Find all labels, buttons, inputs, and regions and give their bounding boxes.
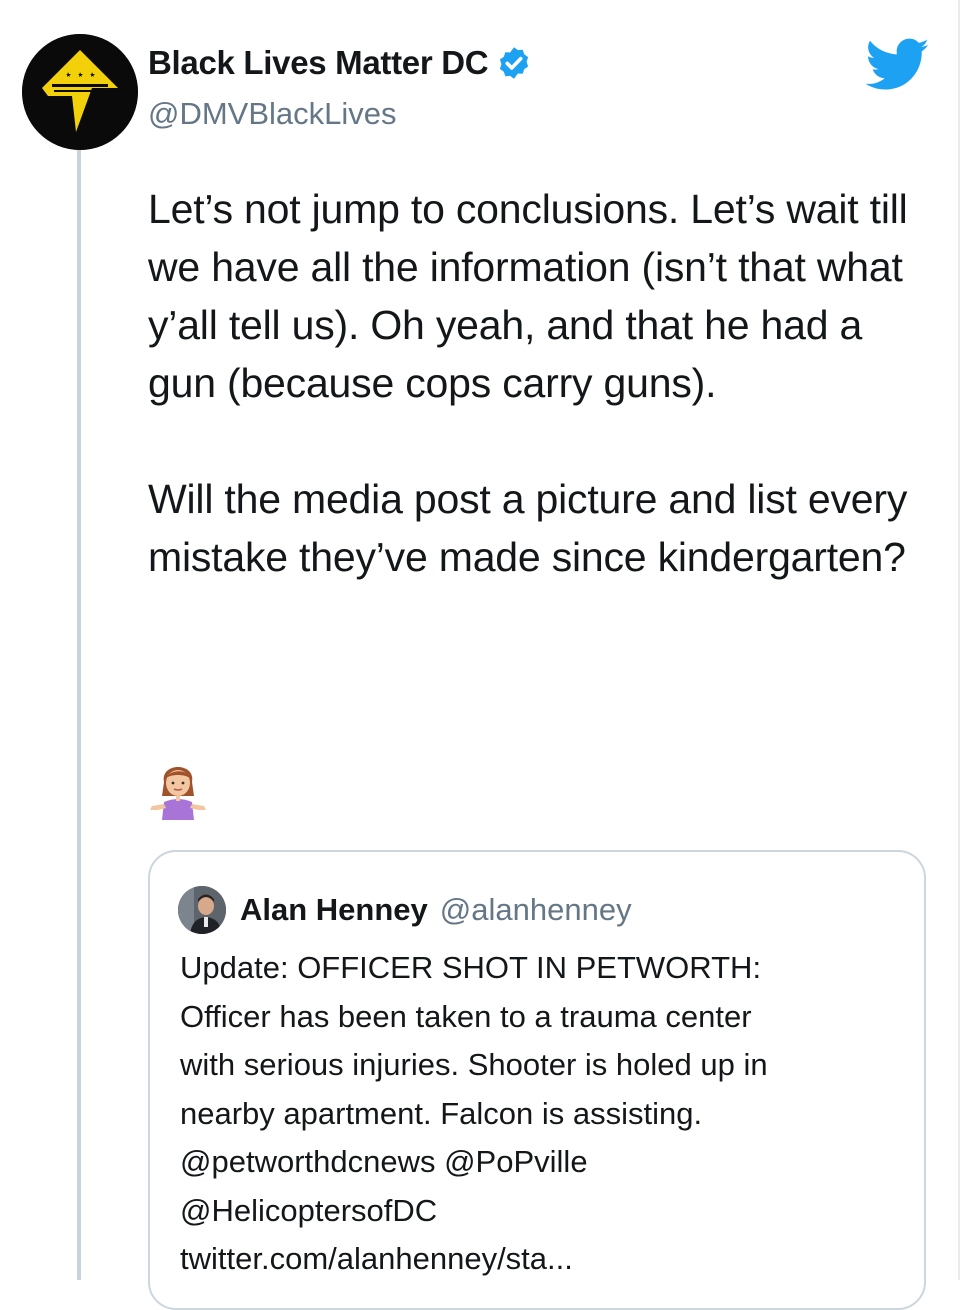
author-handle[interactable]: @DMVBlackLives (148, 96, 397, 132)
quoted-handle[interactable]: @alanhenney (440, 892, 632, 928)
author-display-name[interactable]: Black Lives Matter DC (148, 44, 489, 82)
avatar[interactable] (22, 34, 138, 150)
tweet-paragraph: Let’s not jump to conclusions. Let’s wai… (148, 186, 908, 406)
author-name-row: Black Lives Matter DC (148, 44, 532, 82)
quoted-url-link[interactable]: twitter.com/alanhenney/sta... (180, 1235, 910, 1284)
quoted-avatar-photo-icon (178, 886, 226, 934)
twitter-bird-icon[interactable] (866, 38, 930, 92)
tweet-text: Let’s not jump to conclusions. Let’s wai… (148, 180, 938, 586)
quoted-text-line: with serious injuries. Shooter is holed … (180, 1047, 768, 1082)
verified-badge-icon (500, 47, 529, 79)
tweet-paragraph: Will the media post a picture and list e… (148, 476, 908, 580)
thread-line (77, 150, 81, 1280)
quoted-display-name[interactable]: Alan Henney (240, 892, 428, 928)
quoted-text-line: Update: OFFICER SHOT IN PETWORTH: (180, 950, 762, 985)
quoted-tweet-card[interactable]: Alan Henney @alanhenney Update: OFFICER … (148, 850, 926, 1310)
quoted-mention-link[interactable]: @HelicoptersofDC (180, 1187, 910, 1236)
dc-flag-logo-icon (22, 34, 138, 150)
person-shrugging-emoji (150, 767, 206, 820)
quoted-text-line: Officer has been taken to a trauma cente… (180, 998, 752, 1034)
quoted-mentions-line[interactable]: @petworthdcnews @PoPville (180, 1138, 910, 1187)
quoted-avatar (178, 886, 226, 934)
quoted-text-line: nearby apartment. Falcon is assisting. (180, 1095, 703, 1131)
quoted-tweet-text: Update: OFFICER SHOT IN PETWORTH: Office… (180, 944, 910, 1284)
quoted-tweet-header: Alan Henney @alanhenney (178, 886, 632, 934)
